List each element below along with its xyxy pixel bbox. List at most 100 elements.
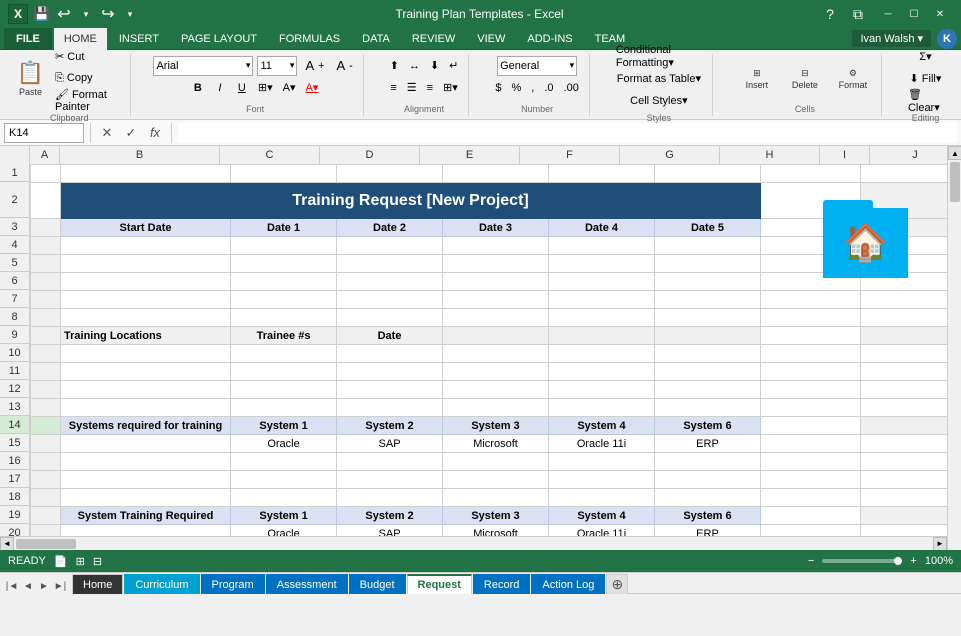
cell-b14[interactable]: Systems required for training <box>61 417 231 435</box>
layout-view-icon[interactable]: ⊞ <box>76 555 85 568</box>
redo-dropdown-btn[interactable]: ▾ <box>120 4 140 24</box>
zoom-minus-btn[interactable]: − <box>808 555 814 567</box>
scroll-up-btn[interactable]: ▲ <box>948 146 961 160</box>
currency-btn[interactable]: $ <box>491 78 505 98</box>
row-num-4[interactable]: 4 <box>0 236 29 254</box>
scroll-right-btn[interactable]: ► <box>933 537 947 551</box>
cell-e4[interactable] <box>443 237 549 255</box>
name-box[interactable]: K14 <box>4 123 84 143</box>
undo-dropdown-btn[interactable]: ▾ <box>76 4 96 24</box>
cell-g9[interactable] <box>654 327 760 345</box>
autosum-btn[interactable]: Σ▾ <box>915 47 935 67</box>
cell-b9[interactable]: Training Locations <box>61 327 231 345</box>
percent-btn[interactable]: % <box>508 78 526 98</box>
conditional-format-btn[interactable]: Conditional Formatting▾ <box>612 47 706 67</box>
sheet-nav-last[interactable]: ►| <box>52 578 68 594</box>
cell-e15[interactable]: Microsoft <box>443 435 549 453</box>
page-break-icon[interactable]: ⊟ <box>93 555 102 568</box>
tab-review[interactable]: REVIEW <box>402 28 465 50</box>
row-num-5[interactable]: 5 <box>0 254 29 272</box>
save-quick-btn[interactable]: 💾 <box>32 4 52 24</box>
borders-btn[interactable]: ⊞▾ <box>254 78 277 98</box>
cell-g4[interactable] <box>654 237 760 255</box>
sheet-nav-first[interactable]: |◄ <box>4 578 20 594</box>
row-num-11[interactable]: 11 <box>0 362 29 380</box>
decimal-increase-btn[interactable]: .0 <box>540 78 557 98</box>
cell-title[interactable]: Training Request [New Project] <box>61 183 761 219</box>
cell-f4[interactable] <box>549 237 655 255</box>
fill-color-btn[interactable]: A▾ <box>279 78 300 98</box>
user-menu-btn[interactable]: Ivan Walsh ▾ <box>852 30 931 47</box>
scroll-left-btn[interactable]: ◄ <box>0 537 14 551</box>
col-header-i[interactable]: I <box>820 146 870 164</box>
cell-f3[interactable]: Date 4 <box>549 219 655 237</box>
decimal-decrease-btn[interactable]: .00 <box>560 78 583 98</box>
row-num-6[interactable]: 6 <box>0 272 29 290</box>
row-num-15[interactable]: 15 <box>0 434 29 452</box>
cell-f14[interactable]: System 4 <box>549 417 655 435</box>
cancel-formula-btn[interactable]: ✕ <box>97 123 117 143</box>
cell-g1[interactable] <box>654 165 760 183</box>
tab-add-ins[interactable]: ADD-INS <box>517 28 582 50</box>
undo-quick-btn[interactable]: ↩ <box>54 4 74 24</box>
number-format-selector[interactable]: General▾ <box>497 56 577 76</box>
row-num-12[interactable]: 12 <box>0 380 29 398</box>
format-as-table-btn[interactable]: Format as Table▾ <box>613 69 705 89</box>
cell-a2[interactable] <box>31 183 61 219</box>
sheet-nav-next[interactable]: ► <box>36 578 52 594</box>
cell-c19[interactable]: System 1 <box>231 507 337 525</box>
tab-formulas[interactable]: FORMULAS <box>269 28 350 50</box>
sheet-tab-action-log[interactable]: Action Log <box>531 574 605 594</box>
sheet-tab-request[interactable]: Request <box>407 574 472 594</box>
paste-btn[interactable]: 📋 Paste <box>14 56 47 102</box>
col-header-a[interactable]: A <box>30 146 60 164</box>
cell-f19[interactable]: System 4 <box>549 507 655 525</box>
cell-e9[interactable] <box>443 327 549 345</box>
help-btn[interactable]: ? <box>819 3 841 25</box>
sheet-tab-curriculum[interactable]: Curriculum <box>124 574 199 594</box>
scroll-thumb-v[interactable] <box>950 162 960 202</box>
delete-cells-btn[interactable]: ⊟Delete <box>783 56 827 102</box>
cell-d1[interactable] <box>337 165 443 183</box>
col-header-h[interactable]: H <box>720 146 820 164</box>
decrease-font-btn[interactable]: A- <box>332 56 356 76</box>
align-right-btn[interactable]: ≡ <box>423 78 437 98</box>
sheet-tab-assessment[interactable]: Assessment <box>266 574 348 594</box>
cell-c9[interactable]: Trainee #s <box>231 327 337 345</box>
cell-b15[interactable] <box>61 435 231 453</box>
row-num-18[interactable]: 18 <box>0 488 29 506</box>
scroll-thumb-h[interactable] <box>16 539 76 549</box>
align-top-btn[interactable]: ⬆ <box>386 56 403 76</box>
tab-view[interactable]: VIEW <box>467 28 515 50</box>
row-num-7[interactable]: 7 <box>0 290 29 308</box>
cell-b3[interactable]: Start Date <box>61 219 231 237</box>
merge-cells-btn[interactable]: ⊞▾ <box>439 78 462 98</box>
sheet-tab-home[interactable]: Home <box>72 574 123 594</box>
restore-btn[interactable]: ⧉ <box>847 3 869 25</box>
format-painter-btn[interactable]: 🖌 Format Painter <box>51 91 124 111</box>
cell-d3[interactable]: Date 2 <box>337 219 443 237</box>
formula-input[interactable] <box>178 123 957 143</box>
vertical-scrollbar[interactable]: ▲ ▼ <box>947 146 961 594</box>
row-num-16[interactable]: 16 <box>0 452 29 470</box>
col-header-f[interactable]: F <box>520 146 620 164</box>
clear-btn[interactable]: 🗑 Clear▾ <box>904 91 947 111</box>
col-header-d[interactable]: D <box>320 146 420 164</box>
col-header-g[interactable]: G <box>620 146 720 164</box>
cell-g14[interactable]: System 6 <box>654 417 760 435</box>
cut-btn[interactable]: ✂ Cut <box>51 47 124 67</box>
row-num-9[interactable]: 9 <box>0 326 29 344</box>
cell-a1[interactable] <box>31 165 61 183</box>
col-header-e[interactable]: E <box>420 146 520 164</box>
cell-c15[interactable]: Oracle <box>231 435 337 453</box>
row-num-14[interactable]: 14 <box>0 416 29 434</box>
cell-e19[interactable]: System 3 <box>443 507 549 525</box>
cell-h1[interactable] <box>761 165 861 183</box>
tab-page-layout[interactable]: PAGE LAYOUT <box>171 28 267 50</box>
cell-c4[interactable] <box>231 237 337 255</box>
cell-g15[interactable]: ERP <box>654 435 760 453</box>
confirm-formula-btn[interactable]: ✓ <box>121 123 141 143</box>
cell-c1[interactable] <box>231 165 337 183</box>
cell-d4[interactable] <box>337 237 443 255</box>
fill-btn[interactable]: ⬇ Fill▾ <box>906 69 946 89</box>
